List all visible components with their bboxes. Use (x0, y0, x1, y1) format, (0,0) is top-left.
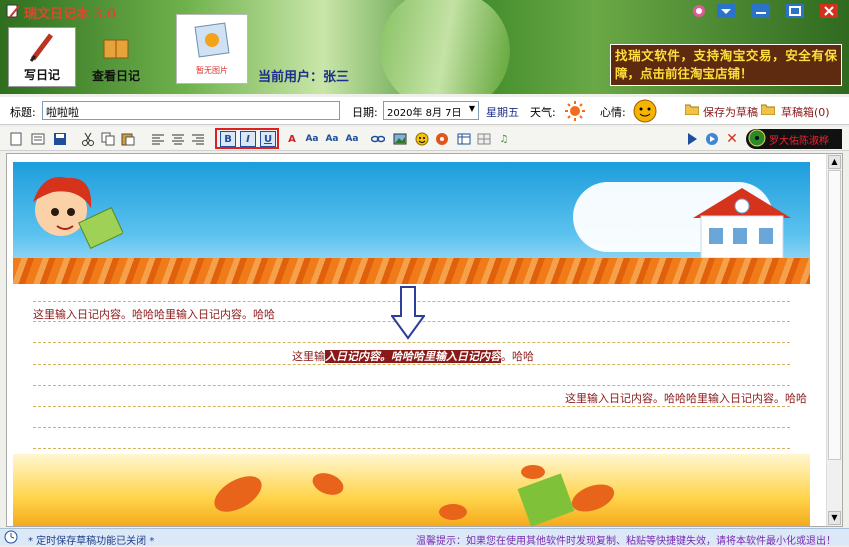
diary-text-line-2[interactable]: 这里输入日记内容。哈哈哈里输入日记内容。哈哈 (292, 348, 534, 364)
save-draft-button[interactable]: 保存为草稿 (703, 104, 758, 120)
emoticon-icon[interactable] (414, 131, 430, 147)
arrow-down-icon (390, 286, 426, 343)
vertical-scrollbar[interactable]: ▲ ▼ (826, 154, 842, 526)
next-track-icon[interactable] (704, 131, 720, 147)
autosave-status: * 定时保存草稿功能已关闭 * (28, 536, 155, 547)
open-file-icon[interactable] (30, 131, 46, 147)
play-icon[interactable] (684, 131, 700, 147)
picture-icon (194, 22, 230, 61)
app-icon (5, 3, 21, 19)
grass-decoration (370, 0, 520, 94)
photo-caption: 暂无图片 (196, 66, 228, 75)
minimize-button[interactable] (750, 2, 772, 20)
write-diary-label: 写日记 (23, 68, 60, 82)
drafts-box-button[interactable]: 草稿箱(0) (781, 104, 830, 120)
app-title: 瑞文日记本 3.0 (24, 7, 117, 22)
current-user: 当前用户：张三 (258, 70, 350, 85)
text-bg-color-icon[interactable]: Aa (344, 131, 360, 147)
disc-icon (748, 129, 766, 150)
ruled-line (33, 342, 790, 343)
music-player[interactable]: 罗大佑陈淑桦 (746, 129, 842, 149)
title-input[interactable]: 啦啦啦 (42, 101, 340, 120)
folder-icon (684, 103, 700, 118)
insert-image-icon[interactable] (392, 131, 408, 147)
align-left-icon[interactable] (150, 131, 166, 147)
clock-icon (4, 530, 18, 547)
copy-icon[interactable] (100, 131, 116, 147)
title-label: 标题: (10, 106, 36, 119)
text-unselected-end: 。哈哈 (501, 350, 534, 363)
photo-placeholder[interactable]: 暂无图片 (176, 14, 248, 84)
taobao-ad-banner[interactable]: 找瑞文软件，支持淘宝交易，安全有保障，点击前往淘宝店铺！ (610, 44, 842, 86)
diary-editor[interactable]: 这里输入日记内容。哈哈哈里输入日记内容。哈哈 这里输入日记内容。哈哈哈里输入日记… (6, 153, 843, 527)
music-title: 罗大佑陈淑桦 (769, 135, 829, 147)
scroll-down-icon[interactable]: ▼ (828, 511, 841, 525)
grid-icon[interactable] (476, 131, 492, 147)
selected-text[interactable]: 入日记内容。哈哈哈里输入日记内容 (325, 350, 501, 363)
music-insert-icon[interactable] (434, 131, 450, 147)
format-toolbar: B I U A Aa Aa Aa ♫ ✕ 罗大佑陈淑桦 (0, 127, 849, 151)
ruled-line (33, 385, 790, 386)
tip-text: 温馨提示：如果您在使用其他软件时发现复制、粘贴等快捷键失效，请将本软件最小化或退… (416, 536, 836, 547)
font-face-icon[interactable]: Aa (324, 131, 340, 147)
chevron-down-icon[interactable]: ▼ (469, 104, 475, 113)
align-right-icon[interactable] (190, 131, 206, 147)
new-file-icon[interactable] (8, 131, 24, 147)
ruled-line (33, 364, 790, 365)
date-label: 日期: (352, 106, 378, 119)
scroll-up-icon[interactable]: ▲ (828, 155, 841, 169)
autumn-leaves-footer (13, 454, 810, 526)
view-diary-label: 查看日记 (91, 69, 140, 83)
view-diary-button[interactable]: 查看日记 (82, 27, 150, 87)
mood-label: 心情: (600, 106, 626, 119)
mood-face-icon[interactable] (632, 98, 658, 127)
date-value: 2020年 8月 7日 (387, 108, 462, 119)
write-diary-button[interactable]: 写日记 (8, 27, 76, 87)
skin-icon[interactable] (688, 2, 710, 20)
ruled-line (33, 427, 790, 428)
link-icon[interactable] (370, 131, 386, 147)
diary-text-line-1[interactable]: 这里输入日记内容。哈哈哈里输入日记内容。哈哈 (33, 306, 275, 322)
dropdown-menu-button[interactable] (715, 2, 737, 20)
status-bar: * 定时保存草稿功能已关闭 * 温馨提示：如果您在使用其他软件时发现复制、粘贴等… (0, 528, 849, 547)
font-color-icon[interactable]: A (284, 131, 300, 147)
sky-banner (13, 162, 810, 284)
ruled-line (33, 406, 790, 407)
cut-icon[interactable] (80, 131, 96, 147)
save-icon[interactable] (52, 131, 68, 147)
house-image (687, 182, 797, 259)
ruled-line (33, 448, 790, 449)
orange-rope-border (13, 258, 810, 284)
table-icon[interactable] (456, 131, 472, 147)
stop-icon[interactable]: ✕ (724, 131, 740, 147)
weather-label: 天气: (530, 106, 556, 119)
scroll-thumb[interactable] (828, 170, 841, 460)
pen-icon (27, 31, 57, 66)
music-note-icon[interactable]: ♫ (496, 131, 512, 147)
maximize-button[interactable] (784, 2, 806, 20)
book-icon (100, 34, 132, 67)
diary-meta-bar: 标题: 啦啦啦 日期: 2020年 8月 7日 ▼ 星期五 天气: 心情: 保存… (0, 97, 849, 125)
paste-icon[interactable] (120, 131, 136, 147)
text-unselected-start: 这里输 (292, 350, 325, 363)
sun-icon[interactable] (564, 100, 586, 125)
date-picker[interactable]: 2020年 8月 7日 ▼ (383, 101, 479, 120)
diary-text-line-3[interactable]: 这里输入日记内容。哈哈哈里输入日记内容。哈哈 (565, 390, 807, 406)
close-button[interactable] (818, 2, 840, 20)
underline-icon[interactable]: U (260, 131, 276, 147)
weekday: 星期五 (486, 106, 519, 119)
font-size-icon[interactable]: Aa (304, 131, 320, 147)
cartoon-boy-image (23, 168, 124, 249)
bold-icon[interactable]: B (220, 131, 236, 147)
align-center-icon[interactable] (170, 131, 186, 147)
italic-icon[interactable]: I (240, 131, 256, 147)
folder-icon (760, 103, 776, 118)
